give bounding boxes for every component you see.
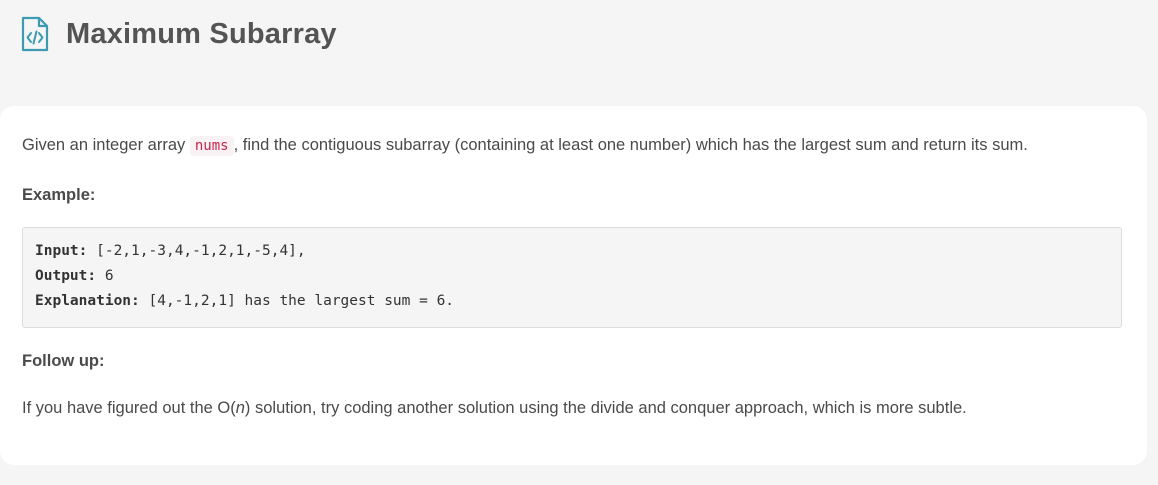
follow-up-text-end: ) solution, try coding another solution … [244,399,967,417]
follow-up-text: If you have figured out the O(n) solutio… [22,399,967,418]
problem-card: Given an integer array nums, find the co… [0,106,1147,465]
follow-up-heading: Follow up: [22,352,105,370]
explanation-value: [4,-1,2,1] has the largest sum = 6. [139,293,455,309]
page-header: Maximum Subarray [20,16,337,52]
example-heading: Example: [22,186,96,204]
explanation-label: Explanation: [35,293,140,309]
example-code-block: Input: [-2,1,-3,4,-1,2,1,-5,4], Output: … [22,227,1122,328]
problem-description: Given an integer array nums, find the co… [22,136,1028,156]
input-value: [-2,1,-3,4,-1,2,1,-5,4], [87,243,306,259]
inline-code-nums: nums [189,136,234,156]
follow-up-italic-n: n [235,399,245,417]
description-text-start: Given an integer array [22,136,190,154]
page-title: Maximum Subarray [66,17,337,50]
file-code-icon [21,16,49,52]
description-text-end: , find the contiguous subarray (containi… [233,136,1028,154]
input-label: Input: [35,243,88,259]
follow-up-text-start: If you have figured out the O( [22,399,236,417]
output-value: 6 [96,268,114,284]
output-label: Output: [35,268,97,284]
